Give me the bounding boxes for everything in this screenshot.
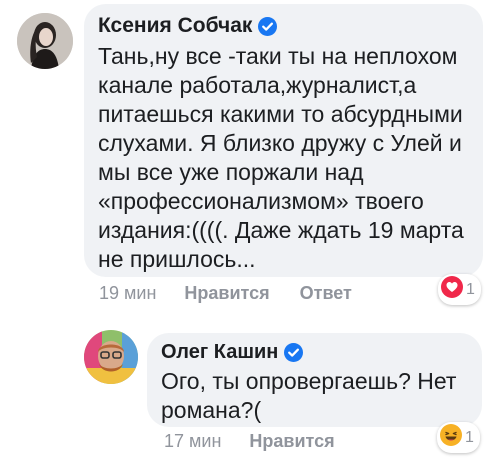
comment-text-line: мы все уже поржали над bbox=[98, 159, 364, 185]
author-name[interactable]: Олег Кашин bbox=[161, 341, 278, 364]
like-button[interactable]: Нравится bbox=[184, 283, 269, 304]
reaction-badge[interactable]: 1 bbox=[437, 422, 480, 453]
comment-text: Тань,ну все -таки ты на неплохом канале … bbox=[98, 42, 469, 274]
haha-reaction-icon bbox=[440, 424, 462, 451]
comment-time[interactable]: 19 мин bbox=[99, 283, 156, 304]
comment-text: Ого, ты опровергаешь? Нет романа?( bbox=[161, 367, 468, 425]
comment-text-line: издания:((((. Даже ждать 19 марта bbox=[98, 217, 464, 243]
comment-time[interactable]: 17 мин bbox=[164, 431, 221, 452]
verified-badge-icon bbox=[258, 16, 278, 36]
avatar[interactable] bbox=[84, 330, 138, 384]
comment-text-line: Ого, ты опровергаешь? Нет bbox=[161, 368, 457, 394]
author-name[interactable]: Ксения Собчак bbox=[98, 14, 252, 38]
comment-bubble: Ксения Собчак Тань,ну все -таки ты на не… bbox=[84, 4, 483, 277]
comment-text-line: Тань,ну все -таки ты на неплохом bbox=[98, 43, 458, 69]
reply-button[interactable]: Ответ bbox=[300, 283, 352, 304]
comment-text-line: романа?( bbox=[161, 397, 262, 423]
comment-text-line: канале работала,журналист,а bbox=[98, 72, 417, 98]
like-button[interactable]: Нравится bbox=[249, 431, 334, 452]
comment-text-line: «профессионализмом» твоего bbox=[98, 188, 424, 214]
love-reaction-icon bbox=[441, 276, 463, 303]
verified-badge-icon bbox=[284, 343, 304, 362]
comment-meta: 19 мин Нравится Ответ bbox=[99, 283, 352, 304]
comment-text-line: питаешься какими то абсурдными bbox=[98, 101, 463, 127]
comment-author[interactable]: Олег Кашин bbox=[161, 341, 468, 364]
comment-text-line: не пришлось... bbox=[98, 246, 256, 272]
avatar[interactable] bbox=[17, 13, 73, 69]
reaction-badge[interactable]: 1 bbox=[438, 274, 481, 305]
reaction-count: 1 bbox=[466, 280, 475, 298]
reaction-count: 1 bbox=[465, 428, 474, 446]
comment-bubble: Олег Кашин Ого, ты опровергаешь? Нет ром… bbox=[147, 333, 482, 427]
comment-meta: 17 мин Нравится bbox=[164, 431, 335, 452]
comment-text-line: слухами. Я близко дружу с Улей и bbox=[98, 130, 462, 156]
comment-author[interactable]: Ксения Собчак bbox=[98, 14, 469, 38]
